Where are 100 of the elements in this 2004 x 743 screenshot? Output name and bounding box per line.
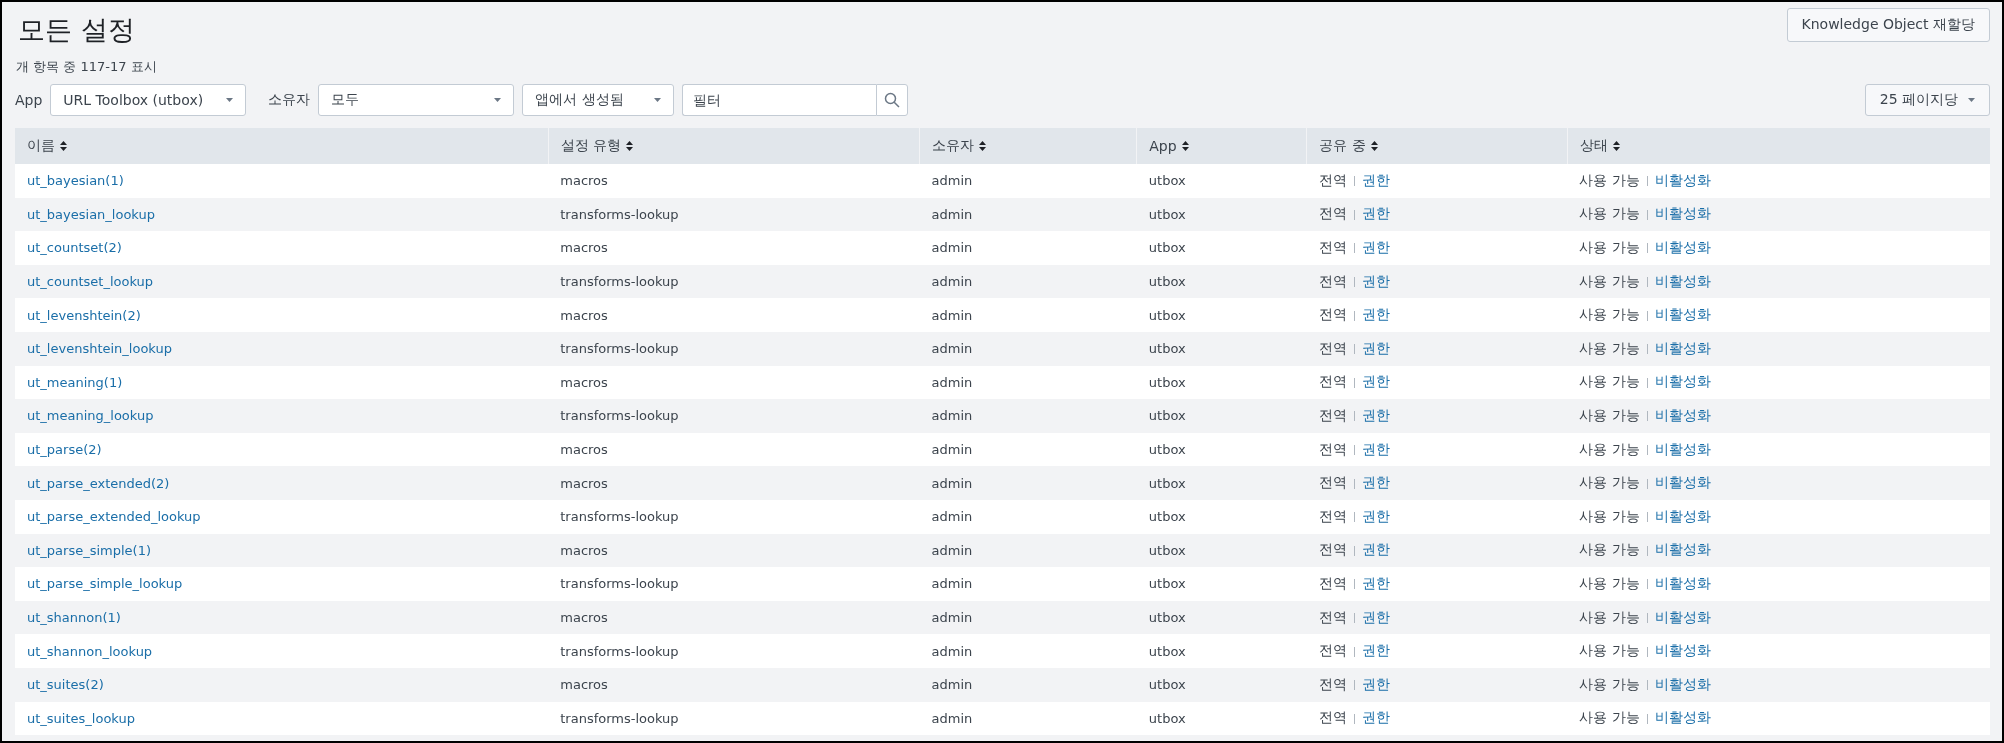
search-icon [884,92,901,108]
app-text: utbox [1148,710,1186,726]
permissions-link[interactable]: 권한 [1361,675,1390,692]
permissions-link[interactable]: 권한 [1361,406,1390,423]
disable-link[interactable]: 비활성화 [1654,406,1711,423]
app-text: utbox [1148,475,1186,491]
disable-link[interactable]: 비활성화 [1654,675,1711,692]
status-text: 사용 가능 [1579,709,1640,726]
object-name-link[interactable]: ut_parse_simple_lookup [27,576,183,592]
sharing-text: 전역 [1318,709,1347,726]
object-name-link[interactable]: ut_meaning_lookup [27,408,154,424]
permissions-link[interactable]: 권한 [1361,171,1390,188]
app-text: utbox [1148,341,1186,357]
disable-link[interactable]: 비활성화 [1654,541,1711,558]
permissions-link[interactable]: 권한 [1361,642,1390,659]
reassign-button[interactable]: Knowledge Object 재할당 [1786,8,1990,42]
column-header[interactable]: 이름 [27,137,67,155]
config-type: macros [560,307,608,323]
permissions-link[interactable]: 권한 [1361,574,1390,591]
column-header[interactable]: 소유자 [932,137,987,155]
status-text: 사용 가능 [1579,507,1640,524]
object-name-link[interactable]: ut_levenshtein(2) [27,307,141,323]
disable-link[interactable]: 비활성화 [1654,272,1711,289]
created-dropdown[interactable]: 앱에서 생성됨 [522,84,675,116]
config-type: transforms-lookup [560,341,679,357]
permissions-link[interactable]: 권한 [1361,339,1390,356]
disable-link[interactable]: 비활성화 [1654,474,1711,491]
config-type: macros [560,475,608,491]
sharing-text: 전역 [1318,239,1347,255]
status-text: 사용 가능 [1579,675,1640,692]
config-type: macros [560,374,608,390]
permissions-link[interactable]: 권한 [1361,507,1390,524]
permissions-link[interactable]: 권한 [1361,373,1390,390]
column-header[interactable]: 설정 유형 [560,137,634,155]
object-name-link[interactable]: ut_countset(2) [27,240,122,256]
permissions-link[interactable]: 권한 [1361,608,1390,625]
owner-dropdown[interactable]: 모두 [318,84,515,116]
sort-icon [60,141,67,151]
app-dropdown[interactable]: URL Toolbox (utbox) [50,84,247,116]
disable-link[interactable]: 비활성화 [1654,373,1711,390]
disable-link[interactable]: 비활성화 [1654,709,1711,726]
disable-link[interactable]: 비활성화 [1654,507,1711,524]
status-text: 사용 가능 [1579,440,1640,457]
disable-link[interactable]: 비활성화 [1654,205,1711,222]
object-name-link[interactable]: ut_parse(2) [27,442,102,458]
permissions-link[interactable]: 권한 [1361,306,1390,323]
sharing-text: 전역 [1318,306,1347,323]
object-name-link[interactable]: ut_bayesian(1) [27,173,124,189]
app-text: utbox [1148,408,1186,424]
disable-link[interactable]: 비활성화 [1654,642,1711,659]
sharing-text: 전역 [1318,440,1347,457]
filter-field[interactable]: 필터 [682,84,877,116]
disable-link[interactable]: 비활성화 [1654,171,1711,188]
object-name-link[interactable]: ut_bayesian_lookup [27,206,155,222]
status-text: 사용 가능 [1579,541,1640,558]
disable-link[interactable]: 비활성화 [1654,574,1711,591]
permissions-link[interactable]: 권한 [1361,272,1390,289]
permissions-link[interactable]: 권한 [1361,709,1390,726]
permissions-link[interactable]: 권한 [1361,474,1390,491]
config-type: macros [560,542,608,558]
owner-text: admin [931,442,973,458]
owner-text: admin [931,173,973,189]
per-page-dropdown[interactable]: 25 페이지당 [1864,84,1990,116]
disable-link[interactable]: 비활성화 [1654,306,1711,323]
object-name-link[interactable]: ut_suites_lookup [27,710,135,726]
object-name-link[interactable]: ut_shannon_lookup [27,643,153,659]
object-name-link[interactable]: ut_parse_extended(2) [27,475,170,491]
object-name-link[interactable]: ut_suites(2) [27,677,104,693]
disable-link[interactable]: 비활성화 [1654,239,1711,255]
object-name-link[interactable]: ut_parse_extended_lookup [27,509,201,525]
column-header[interactable]: App [1149,138,1189,154]
sort-icon [1612,141,1620,151]
column-header[interactable]: 공유 중 [1319,137,1378,155]
object-name-link[interactable]: ut_levenshtein_lookup [27,341,172,357]
owner-text: admin [931,341,973,357]
sharing-text: 전역 [1318,574,1347,591]
search-button[interactable] [876,84,909,116]
owner-text: admin [931,643,973,659]
status-text: 사용 가능 [1579,474,1640,491]
owner-text: admin [931,542,973,558]
permissions-link[interactable]: 권한 [1361,440,1390,457]
object-name-link[interactable]: ut_parse_simple(1) [27,542,151,558]
sort-icon [1181,141,1189,151]
disable-link[interactable]: 비활성화 [1654,608,1711,625]
object-name-link[interactable]: ut_shannon(1) [27,610,121,625]
permissions-link[interactable]: 권한 [1361,541,1390,558]
column-header[interactable]: 상태 [1579,137,1620,155]
app-text: utbox [1148,206,1186,222]
object-name-link[interactable]: ut_countset_lookup [27,274,154,290]
owner-label: 소유자 [268,91,311,109]
disable-link[interactable]: 비활성화 [1654,440,1711,457]
config-type: macros [560,610,608,625]
status-text: 사용 가능 [1579,239,1640,255]
disable-link[interactable]: 비활성화 [1654,339,1711,356]
permissions-link[interactable]: 권한 [1361,205,1390,222]
sharing-text: 전역 [1318,339,1347,356]
object-name-link[interactable]: ut_meaning(1) [27,374,123,390]
result-count: 개 항목 중 117-17 표시 [16,58,158,76]
sharing-text: 전역 [1318,205,1347,222]
permissions-link[interactable]: 권한 [1361,239,1390,255]
